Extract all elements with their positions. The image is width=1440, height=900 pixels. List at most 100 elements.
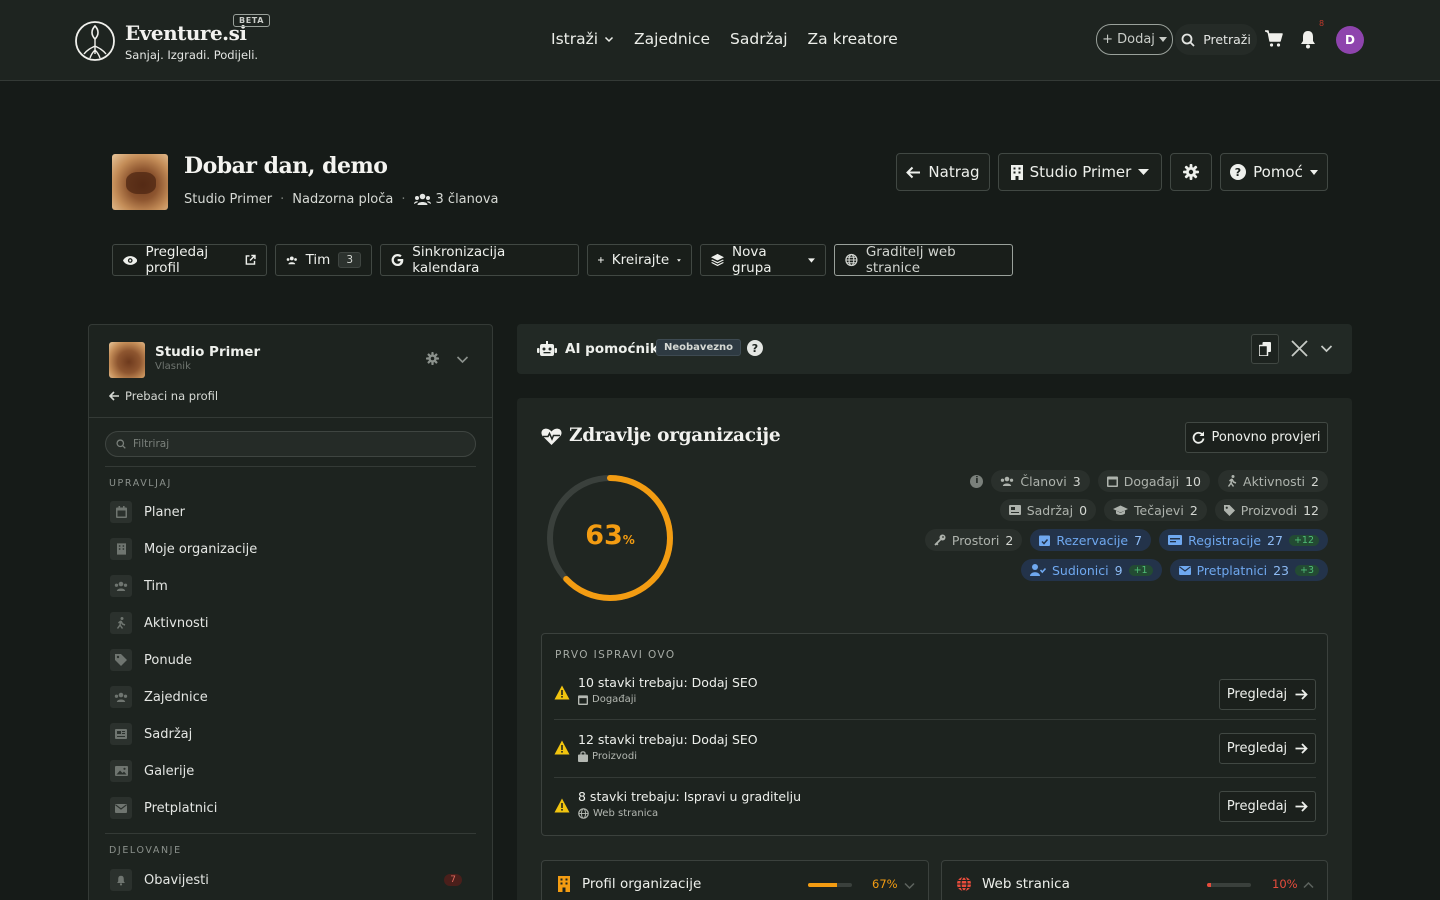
fix-item-title: 8 stavki trebaju: Ispravi u graditelju xyxy=(578,789,801,804)
fix-item-category-label: Proizvodi xyxy=(592,751,638,762)
brand-title[interactable]: Eventure.si xyxy=(125,21,247,45)
stats-row-2: Sadržaj 0 Tečajevi 2 Proizvodi 12 xyxy=(908,499,1328,521)
stat-chip-registracije[interactable]: Registracije 27 +12 xyxy=(1159,529,1328,551)
stat-chip-prostori[interactable]: Prostori 2 xyxy=(924,529,1023,551)
chevron-down-icon[interactable] xyxy=(1320,342,1333,355)
beta-badge: BETA xyxy=(233,14,270,27)
bell-icon[interactable] xyxy=(1299,30,1317,49)
warning-icon xyxy=(554,685,570,700)
org-select-button[interactable]: Studio Primer xyxy=(998,153,1162,191)
settings-button[interactable] xyxy=(1170,153,1212,191)
close-icon[interactable] xyxy=(1291,340,1308,357)
sidebar-item-moje-organizacije[interactable]: Moje organizacije xyxy=(110,534,472,564)
stat-chip-clanovi[interactable]: Članovi 3 xyxy=(991,470,1090,492)
stat-value: 23 xyxy=(1273,562,1289,578)
globe-icon xyxy=(845,253,858,267)
org-select-label: Studio Primer xyxy=(1029,163,1132,181)
calendar-icon xyxy=(578,695,588,705)
back-button-label: Natrag xyxy=(928,163,980,181)
nav-sadrzaj[interactable]: Sadržaj xyxy=(730,30,788,48)
help-button[interactable]: ? Pomoć xyxy=(1220,153,1328,191)
org-profile-card[interactable]: Profil organizacije 67% xyxy=(541,860,929,900)
stat-label: Pretplatnici xyxy=(1196,562,1268,578)
help-icon[interactable]: ? xyxy=(747,340,763,356)
recheck-button[interactable]: Ponovno provjeri xyxy=(1185,422,1328,453)
stat-chip-pretplatnici[interactable]: Pretplatnici 23 +3 xyxy=(1169,559,1328,581)
info-icon[interactable]: i xyxy=(970,474,984,488)
sidebar-item-zajednice[interactable]: Zajednice xyxy=(110,682,472,712)
chevron-down-icon[interactable] xyxy=(456,353,469,366)
sidebar-item-sadrzaj[interactable]: Sadržaj xyxy=(110,719,472,749)
nav-istrazi[interactable]: Istraži xyxy=(551,30,614,48)
chevron-down-icon xyxy=(605,36,614,43)
stat-chip-aktivnosti[interactable]: Aktivnosti 2 xyxy=(1218,470,1328,492)
add-button[interactable]: + Dodaj xyxy=(1096,24,1173,55)
calendar-sync-button[interactable]: Sinkronizacija kalendara xyxy=(380,244,579,276)
stat-chip-sadrzaj[interactable]: Sadržaj 0 xyxy=(999,499,1097,521)
review-button[interactable]: Pregledaj xyxy=(1219,679,1316,710)
member-count-label: 3 članova xyxy=(435,192,499,207)
site-builder-button[interactable]: Graditelj web stranice xyxy=(834,244,1013,276)
stat-value: 2 xyxy=(1311,473,1319,489)
building-icon xyxy=(1010,164,1023,180)
running-icon xyxy=(110,612,132,634)
cart-icon[interactable] xyxy=(1264,29,1284,49)
health-score-unit: % xyxy=(622,533,635,547)
key-icon xyxy=(934,534,946,546)
website-card[interactable]: Web stranica 10% xyxy=(941,860,1328,900)
team-button[interactable]: Tim 3 xyxy=(275,244,372,276)
sidebar-item-label: Tim xyxy=(144,578,168,594)
sidebar-item-label: Planer xyxy=(144,504,185,520)
stat-label: Sadržaj xyxy=(1026,502,1074,518)
search-button[interactable]: Pretraži xyxy=(1175,24,1257,55)
recheck-label: Ponovno provjeri xyxy=(1211,430,1321,445)
user-avatar[interactable]: D xyxy=(1336,26,1364,54)
stat-label: Članovi xyxy=(1020,473,1067,489)
warning-icon xyxy=(554,798,570,813)
back-button[interactable]: Natrag xyxy=(896,153,990,191)
new-group-button[interactable]: Nova grupa xyxy=(700,244,826,276)
building-icon xyxy=(558,876,570,892)
sidebar-item-galerije[interactable]: Galerije xyxy=(110,756,472,786)
nav-zajednice[interactable]: Zajednice xyxy=(634,30,710,48)
breadcrumb-org[interactable]: Studio Primer xyxy=(184,192,272,207)
stat-chip-tecajevi[interactable]: Tečajevi 2 xyxy=(1104,499,1207,521)
sidebar-org-name[interactable]: Studio Primer xyxy=(155,344,260,360)
help-button-label: Pomoć xyxy=(1253,163,1303,181)
health-title: Zdravlje organizacije xyxy=(569,425,781,446)
sidebar-filter-input[interactable]: Filtriraj xyxy=(105,431,476,457)
nav-za-kreatore[interactable]: Za kreatore xyxy=(808,30,898,48)
stat-chip-sudionici[interactable]: Sudionici 9 +1 xyxy=(1020,559,1162,581)
create-dropdown-button[interactable]: Kreirajte xyxy=(587,244,692,276)
newspaper-icon xyxy=(110,723,132,745)
gear-icon[interactable] xyxy=(426,352,439,365)
calendar-check-icon xyxy=(1039,535,1051,546)
sidebar-item-label: Zajednice xyxy=(144,689,208,705)
section-manage-heading: UPRAVLJAJ xyxy=(109,478,172,489)
tag-icon xyxy=(110,649,132,671)
stat-chip-proizvodi[interactable]: Proizvodi 12 xyxy=(1214,499,1328,521)
sidebar-item-ponude[interactable]: Ponude xyxy=(110,645,472,675)
envelope-icon xyxy=(1178,565,1191,575)
review-button[interactable]: Pregledaj xyxy=(1219,791,1316,822)
copy-button[interactable] xyxy=(1251,334,1279,364)
stat-chip-dogadaji[interactable]: Događaji 10 xyxy=(1097,470,1211,492)
view-profile-button[interactable]: Pregledaj profil xyxy=(112,244,267,276)
users-icon xyxy=(413,193,431,205)
stat-label: Prostori xyxy=(951,532,1000,548)
search-button-label: Pretraži xyxy=(1203,32,1251,47)
stat-label: Tečajevi xyxy=(1134,502,1184,518)
sidebar-item-obavijesti[interactable]: Obavijesti 7 xyxy=(110,865,472,895)
calendar-icon xyxy=(110,501,132,523)
sidebar-item-tim[interactable]: Tim xyxy=(110,571,472,601)
org-profile-title: Profil organizacije xyxy=(582,876,702,892)
tree-logo-icon[interactable] xyxy=(74,20,116,62)
stat-chip-rezervacije[interactable]: Rezervacije 7 xyxy=(1030,529,1152,551)
review-button[interactable]: Pregledaj xyxy=(1219,733,1316,764)
sidebar-item-aktivnosti[interactable]: Aktivnosti xyxy=(110,608,472,638)
sidebar-item-planer[interactable]: Planer xyxy=(110,497,472,527)
stat-label: Proizvodi xyxy=(1240,502,1298,518)
switch-to-profile-link[interactable]: Prebaci na profil xyxy=(109,389,218,403)
sidebar-item-pretplatnici[interactable]: Pretplatnici xyxy=(110,793,472,823)
org-image xyxy=(112,154,168,210)
